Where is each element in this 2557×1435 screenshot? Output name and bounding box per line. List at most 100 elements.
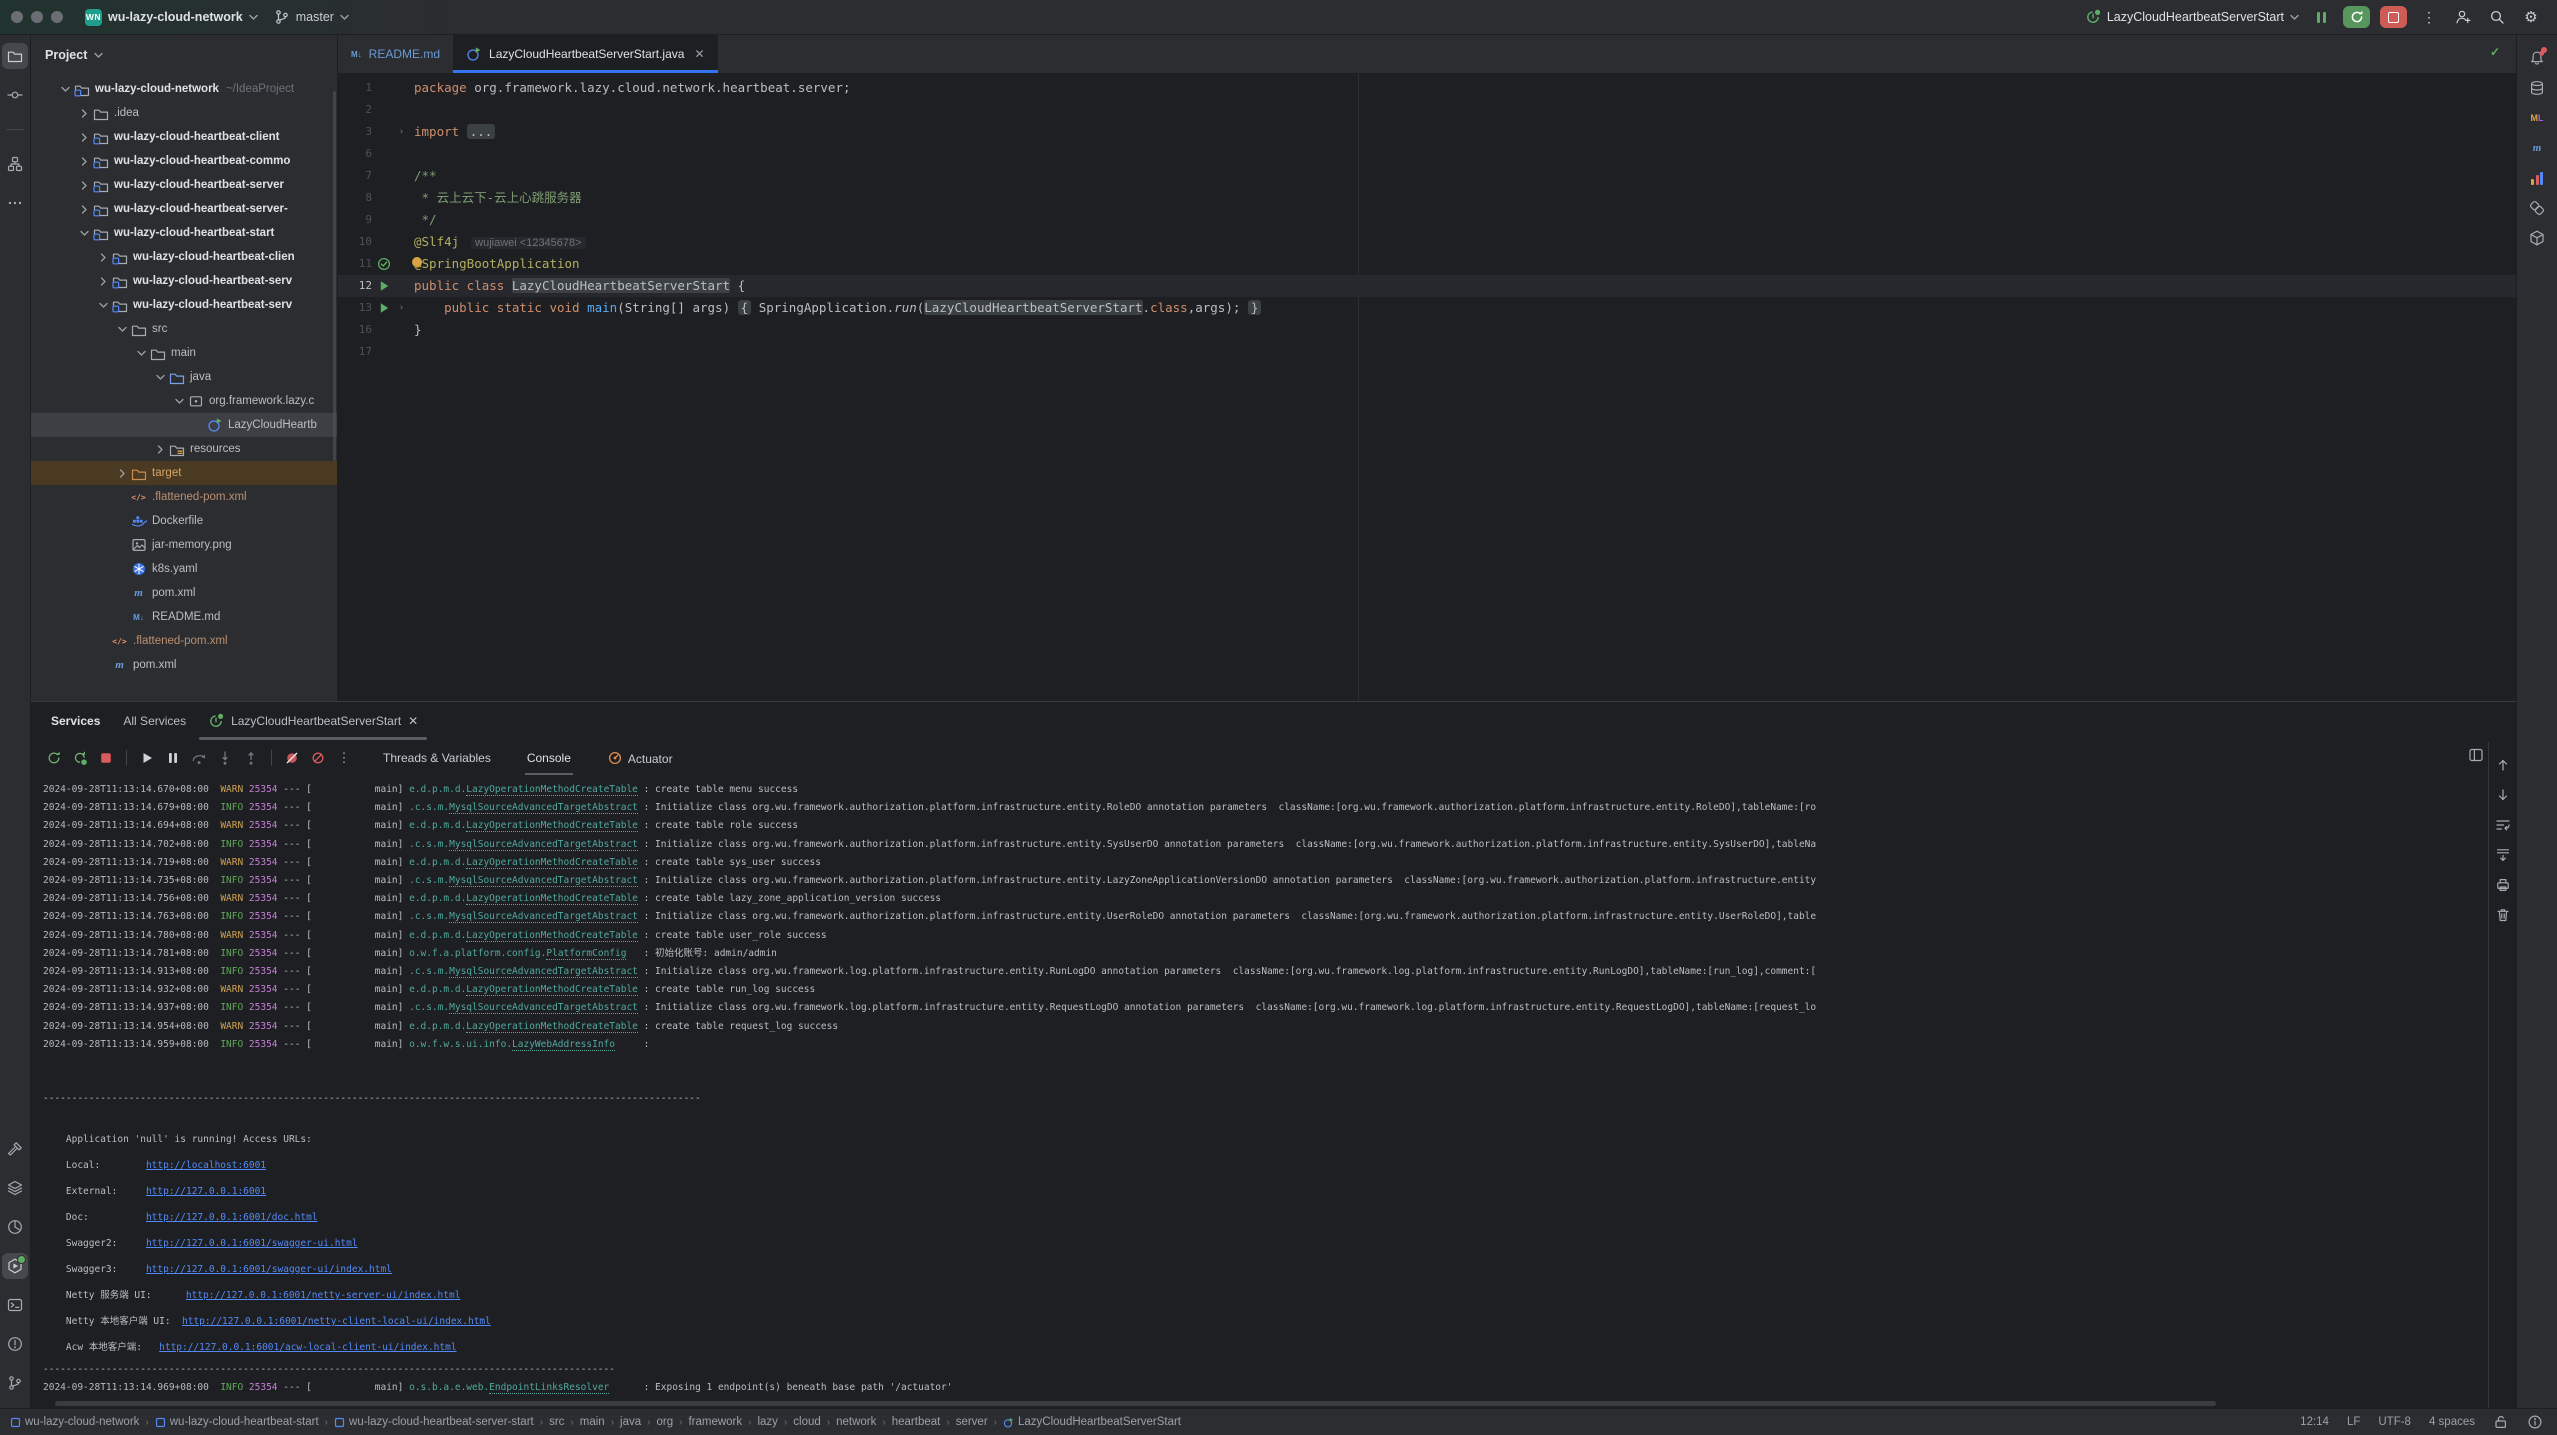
editor-tab[interactable]: LazyCloudHeartbeatServerStart.java✕: [453, 35, 718, 73]
tool-strip-item-knot-plugin[interactable]: [2524, 195, 2550, 221]
code-line[interactable]: 13› public static void main(String[] arg…: [338, 297, 2516, 319]
tree-item[interactable]: Dockerfile: [31, 509, 337, 533]
tree-item[interactable]: target: [31, 461, 337, 485]
gutter-rerun-check-icon[interactable]: [374, 256, 394, 272]
tree-item[interactable]: wu-lazy-cloud-heartbeat-start: [31, 221, 337, 245]
log-logger-name[interactable]: MysqlSourceAdvancedTargetAbstract: [449, 1002, 638, 1014]
console-link[interactable]: http://127.0.0.1:6001/doc.html: [146, 1212, 318, 1223]
status-item[interactable]: 4 spaces: [2429, 1416, 2475, 1428]
tree-item[interactable]: wu-lazy-cloud-heartbeat-clien: [31, 245, 337, 269]
log-logger-name[interactable]: MysqlSourceAdvancedTargetAbstract: [449, 875, 638, 887]
settings-button[interactable]: ⚙: [2519, 5, 2543, 29]
log-logger-name[interactable]: LazyOperationMethodCreateTable: [466, 820, 638, 832]
tool-strip-item-database[interactable]: [2524, 75, 2550, 101]
window-controls[interactable]: [0, 11, 77, 23]
zoom-window-button[interactable]: [51, 11, 63, 23]
code-line[interactable]: 12public class LazyCloudHeartbeatServerS…: [338, 275, 2516, 297]
tab-run-configuration[interactable]: LazyCloudHeartbeatServerStart ✕: [197, 702, 429, 740]
tree-item[interactable]: mpom.xml: [31, 581, 337, 605]
tree-chevron-icon[interactable]: [76, 181, 92, 190]
close-window-button[interactable]: [11, 11, 23, 23]
project-widget[interactable]: WN wu-lazy-cloud-network: [77, 6, 266, 29]
stop-button[interactable]: [2380, 6, 2407, 28]
tree-item[interactable]: k8s.yaml: [31, 557, 337, 581]
tree-chevron-icon[interactable]: [76, 157, 92, 166]
tree-chevron-icon[interactable]: [57, 86, 73, 93]
code-editor[interactable]: 1package org.framework.lazy.cloud.networ…: [338, 74, 2516, 701]
add-user-button[interactable]: [2451, 5, 2475, 29]
console-link[interactable]: http://127.0.0.1:6001: [146, 1186, 266, 1197]
rerun-debug-button[interactable]: [2343, 6, 2370, 28]
tool-strip-item-ml-plugin[interactable]: ML: [2524, 105, 2550, 131]
tool-strip-item-profiler[interactable]: [2, 1214, 28, 1240]
breadcrumb-item[interactable]: wu-lazy-cloud-heartbeat-start: [155, 1416, 319, 1428]
tool-strip-item-more[interactable]: [2, 190, 28, 216]
tree-chevron-icon[interactable]: [171, 398, 187, 405]
tool-strip-item-problems[interactable]: [2, 1331, 28, 1357]
more-vert-button[interactable]: ⋮: [332, 746, 356, 770]
console-horizontal-scrollbar[interactable]: [55, 1401, 2216, 1406]
console-link[interactable]: http://127.0.0.1:6001/swagger-ui.html: [146, 1238, 358, 1249]
tree-chevron-icon[interactable]: [152, 374, 168, 381]
log-logger-name[interactable]: LazyOperationMethodCreateTable: [466, 857, 638, 869]
breadcrumb-item[interactable]: lazy: [757, 1416, 777, 1428]
info-icon[interactable]: [2527, 1414, 2543, 1430]
step-out-button[interactable]: [239, 746, 263, 770]
gutter-run-icon[interactable]: [374, 278, 394, 294]
log-logger-name[interactable]: EndpointLinksResolver: [489, 1382, 609, 1394]
inspections-ok-icon[interactable]: ✓: [2490, 45, 2500, 59]
breadcrumb-item[interactable]: network: [836, 1416, 876, 1428]
tool-strip-item-chart-plugin[interactable]: [2524, 165, 2550, 191]
log-logger-name[interactable]: LazyOperationMethodCreateTable: [466, 1021, 638, 1033]
tree-chevron-icon[interactable]: [76, 205, 92, 214]
tree-item[interactable]: resources: [31, 437, 337, 461]
tool-strip-item-structure[interactable]: [2, 151, 28, 177]
log-logger-name[interactable]: PlatformConfig: [546, 948, 626, 960]
console-link[interactable]: http://127.0.0.1:6001/netty-client-local…: [182, 1316, 491, 1327]
tree-chevron-icon[interactable]: [152, 445, 168, 454]
tree-item[interactable]: </>.flattened-pom.xml: [31, 485, 337, 509]
tree-item[interactable]: wu-lazy-cloud-heartbeat-serv: [31, 269, 337, 293]
gutter-run-icon[interactable]: [374, 300, 394, 316]
breadcrumb-item[interactable]: main: [580, 1416, 605, 1428]
tree-item[interactable]: wu-lazy-cloud-heartbeat-serv: [31, 293, 337, 317]
pause-button[interactable]: [161, 746, 185, 770]
soft-wrap-button[interactable]: [2492, 814, 2514, 836]
unlock-icon[interactable]: [2493, 1414, 2509, 1430]
branch-widget[interactable]: master: [266, 6, 357, 28]
tree-chevron-icon[interactable]: [95, 277, 111, 286]
tool-strip-item-layers[interactable]: [2, 1175, 28, 1201]
prev-occurrence-button[interactable]: [2492, 754, 2514, 776]
code-line[interactable]: 17: [338, 341, 2516, 363]
tree-item[interactable]: wu-lazy-cloud-heartbeat-commo: [31, 149, 337, 173]
breadcrumb-item[interactable]: wu-lazy-cloud-heartbeat-server-start: [334, 1416, 534, 1428]
tree-item[interactable]: M↓README.md: [31, 605, 337, 629]
print-button[interactable]: [2492, 874, 2514, 896]
clear-button[interactable]: [2492, 904, 2514, 926]
tree-chevron-icon[interactable]: [114, 326, 130, 333]
layout-settings-icon[interactable]: [2468, 747, 2484, 763]
breadcrumb-item[interactable]: org: [656, 1416, 673, 1428]
console-link[interactable]: http://127.0.0.1:6001/acw-local-client-u…: [159, 1342, 456, 1353]
console-link[interactable]: http://localhost:6001: [146, 1160, 266, 1171]
tool-strip-item-dependencies[interactable]: [2524, 225, 2550, 251]
tree-item[interactable]: java: [31, 365, 337, 389]
tree-item[interactable]: .idea: [31, 101, 337, 125]
log-logger-name[interactable]: LazyWebAddressInfo: [512, 1039, 615, 1051]
log-logger-name[interactable]: MysqlSourceAdvancedTargetAbstract: [449, 966, 638, 978]
tool-strip-item-terminal[interactable]: [2, 1292, 28, 1318]
minimize-window-button[interactable]: [31, 11, 43, 23]
close-icon[interactable]: ✕: [694, 47, 704, 61]
tab-all-services[interactable]: All Services: [112, 702, 197, 740]
tree-item[interactable]: wu-lazy-cloud-heartbeat-client: [31, 125, 337, 149]
code-line[interactable]: 8 * 云上云下-云上心跳服务器: [338, 187, 2516, 209]
breadcrumb-item[interactable]: wu-lazy-cloud-network: [10, 1416, 139, 1428]
search-everywhere-button[interactable]: [2485, 5, 2509, 29]
tool-strip-item-notifications[interactable]: [2524, 45, 2550, 71]
code-line[interactable]: 16}: [338, 319, 2516, 341]
log-logger-name[interactable]: MysqlSourceAdvancedTargetAbstract: [449, 911, 638, 923]
tree-chevron-icon[interactable]: [95, 302, 111, 309]
log-logger-name[interactable]: LazyOperationMethodCreateTable: [466, 930, 638, 942]
status-item[interactable]: LF: [2347, 1416, 2360, 1428]
scroll-end-button[interactable]: [2492, 844, 2514, 866]
